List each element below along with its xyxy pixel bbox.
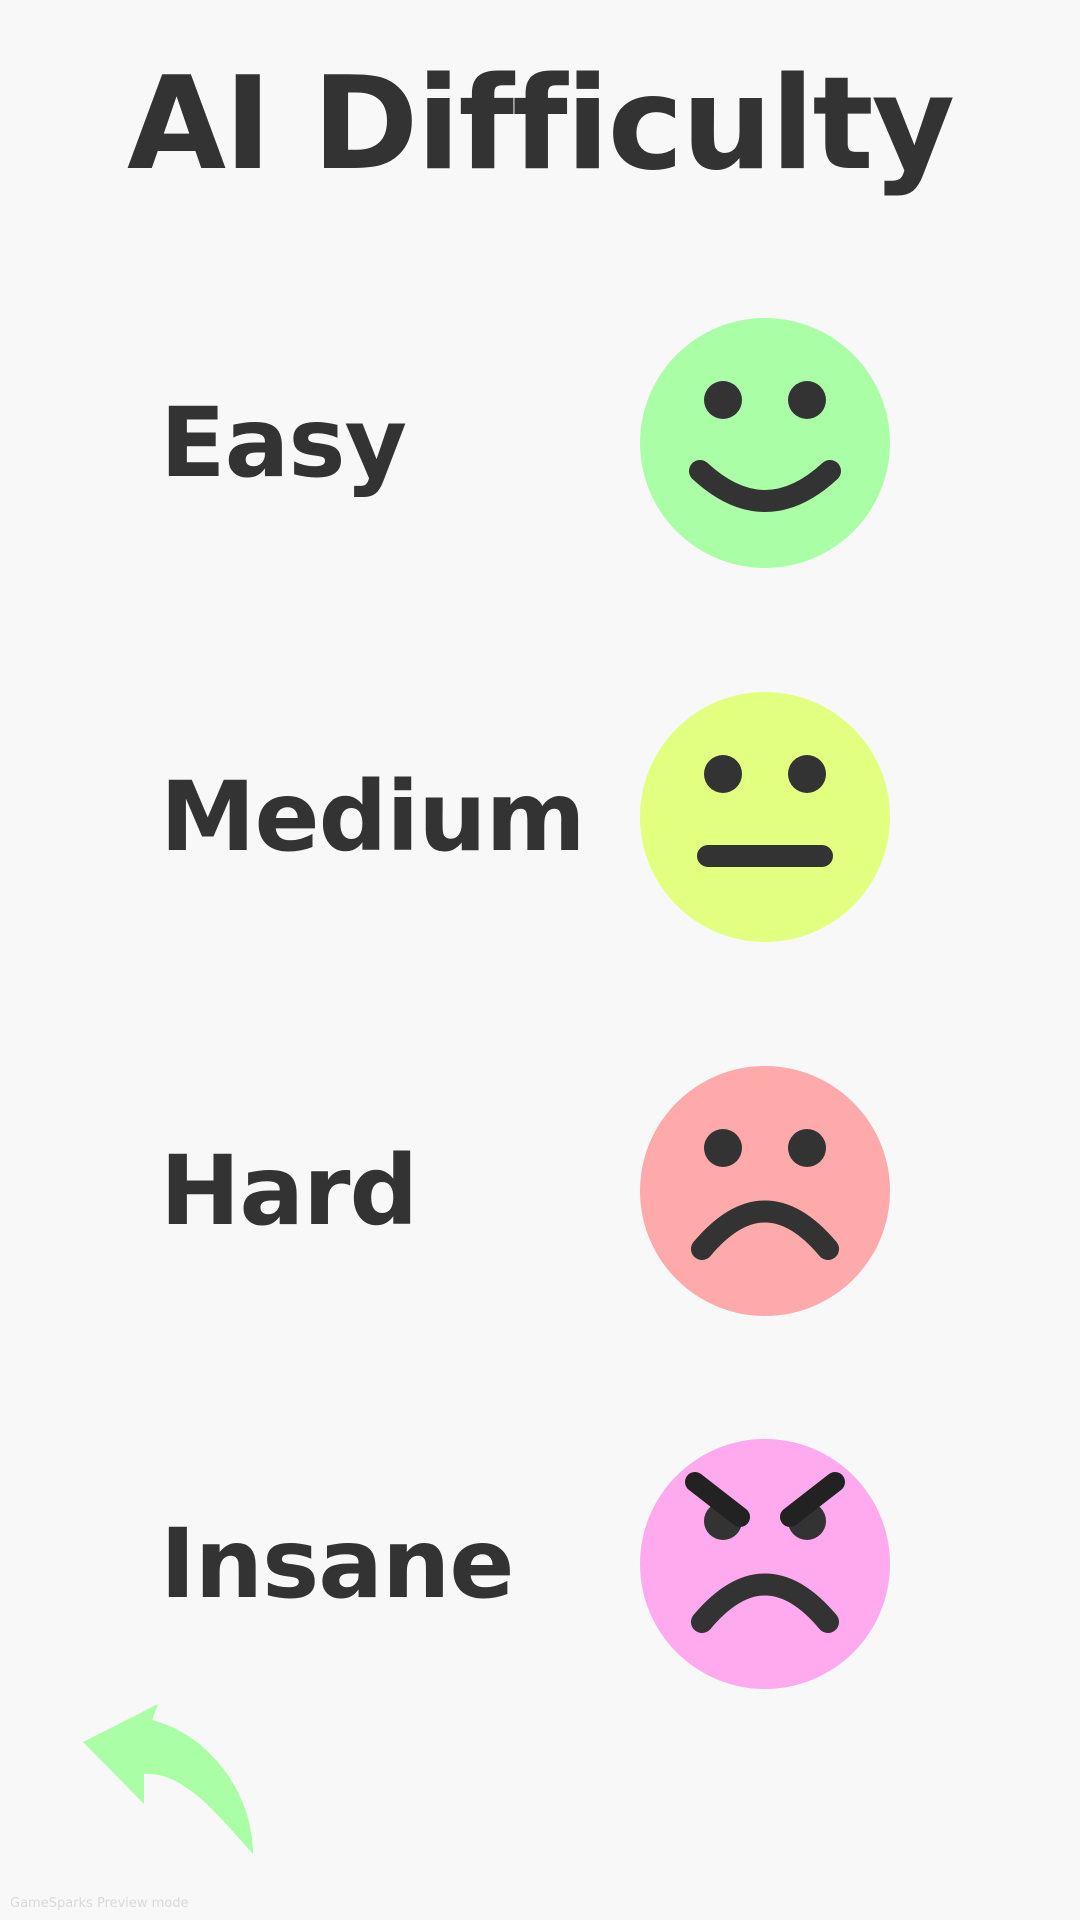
page-title: AI Difficulty (126, 50, 955, 199)
difficulty-label-medium: Medium (160, 761, 586, 873)
preview-mode-label: GameSparks Preview mode (10, 1896, 189, 1911)
angry-face-icon[interactable] (640, 1439, 890, 1689)
difficulty-option-medium[interactable]: Medium (0, 692, 1080, 942)
difficulty-label-insane: Insane (160, 1508, 514, 1620)
difficulty-option-hard[interactable]: Hard (0, 1066, 1080, 1316)
back-arrow-icon (83, 1704, 253, 1854)
sad-face-icon[interactable] (640, 1066, 890, 1316)
back-button[interactable] (78, 1700, 268, 1860)
neutral-face-icon[interactable] (640, 692, 890, 942)
happy-face-icon[interactable] (640, 318, 890, 568)
difficulty-option-insane[interactable]: Insane (0, 1439, 1080, 1689)
difficulty-label-hard: Hard (160, 1135, 418, 1247)
difficulty-label-easy: Easy (160, 387, 407, 499)
difficulty-option-easy[interactable]: Easy (0, 318, 1080, 568)
